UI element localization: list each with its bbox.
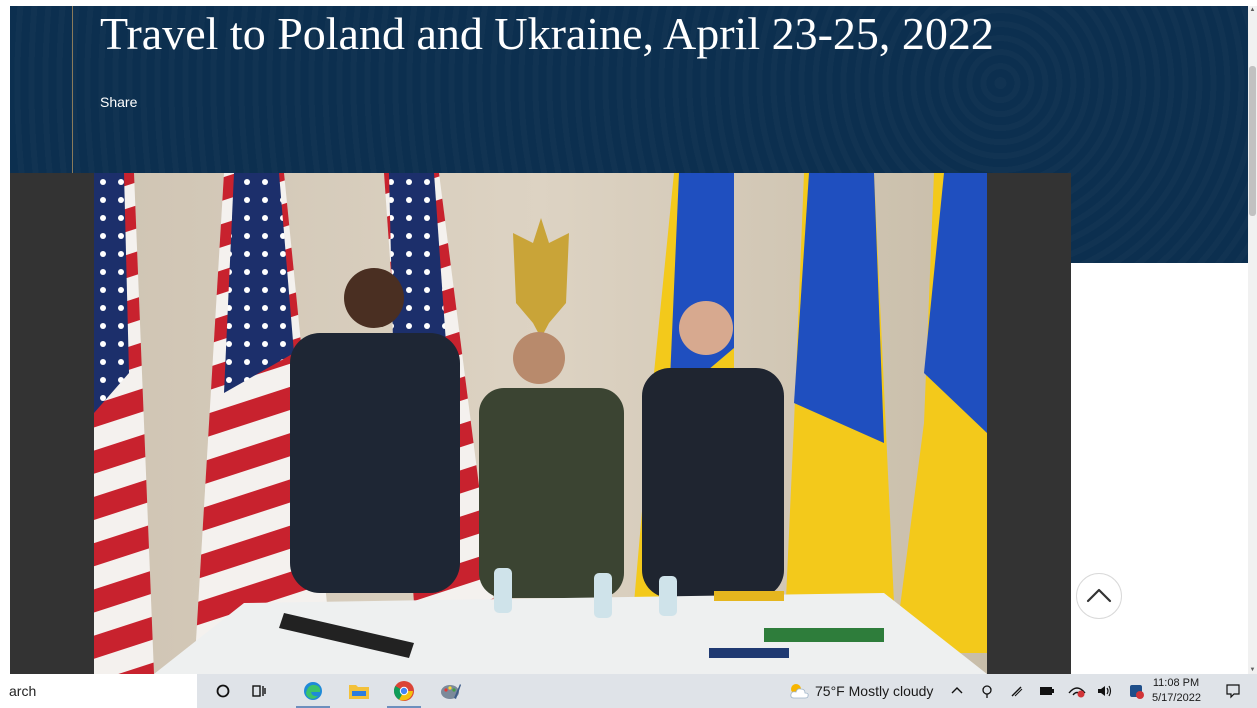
cloudy-weather-icon[interactable] [786, 674, 812, 708]
cortana-icon[interactable] [206, 674, 240, 708]
taskbar-search-text: arch [9, 683, 37, 699]
task-view-icon[interactable] [242, 674, 276, 708]
clock-date: 5/17/2022 [1152, 692, 1201, 704]
battery-icon[interactable] [1037, 674, 1057, 708]
scroll-down-arrow-icon[interactable]: ▼ [1248, 666, 1257, 674]
pen-workspace-icon[interactable] [1007, 674, 1027, 708]
system-clock[interactable]: 11:08 PM 5/17/2022 [1152, 676, 1201, 706]
left-strip [0, 0, 10, 674]
weather-desc: Mostly cloudy [848, 683, 934, 699]
sync-error-icon[interactable] [1125, 674, 1147, 708]
show-hidden-icons-chevron-icon[interactable] [948, 674, 966, 708]
scroll-thumb[interactable] [1249, 66, 1256, 216]
chevron-up-icon [1086, 588, 1112, 603]
network-disconnected-icon[interactable] [1066, 674, 1088, 708]
scroll-up-arrow-icon[interactable]: ▲ [1248, 6, 1257, 14]
hero-photo [94, 173, 987, 674]
page-title: Travel to Poland and Ukraine, April 23-2… [100, 8, 994, 59]
weather-temp: 75°F [815, 683, 845, 699]
notifications-icon[interactable] [1218, 674, 1248, 708]
chrome-browser-icon[interactable] [387, 674, 421, 708]
share-button[interactable]: Share [100, 94, 137, 110]
taskbar: arch 75°F Mostly cloudy 11:08 PM 5/17/20… [0, 674, 1257, 708]
clock-time: 11:08 PM [1152, 677, 1200, 689]
meet-now-icon[interactable] [977, 674, 997, 708]
volume-icon[interactable] [1095, 674, 1115, 708]
photo-frame [10, 173, 1071, 674]
weather-widget[interactable]: 75°F Mostly cloudy [815, 683, 933, 699]
paint-app-icon[interactable] [434, 674, 468, 708]
edge-browser-icon[interactable] [296, 674, 330, 708]
file-explorer-icon[interactable] [342, 674, 376, 708]
page-scrollbar[interactable]: ▲ ▼ [1248, 6, 1257, 674]
taskbar-search-box[interactable]: arch [0, 674, 197, 708]
back-to-top-button[interactable] [1076, 573, 1122, 619]
